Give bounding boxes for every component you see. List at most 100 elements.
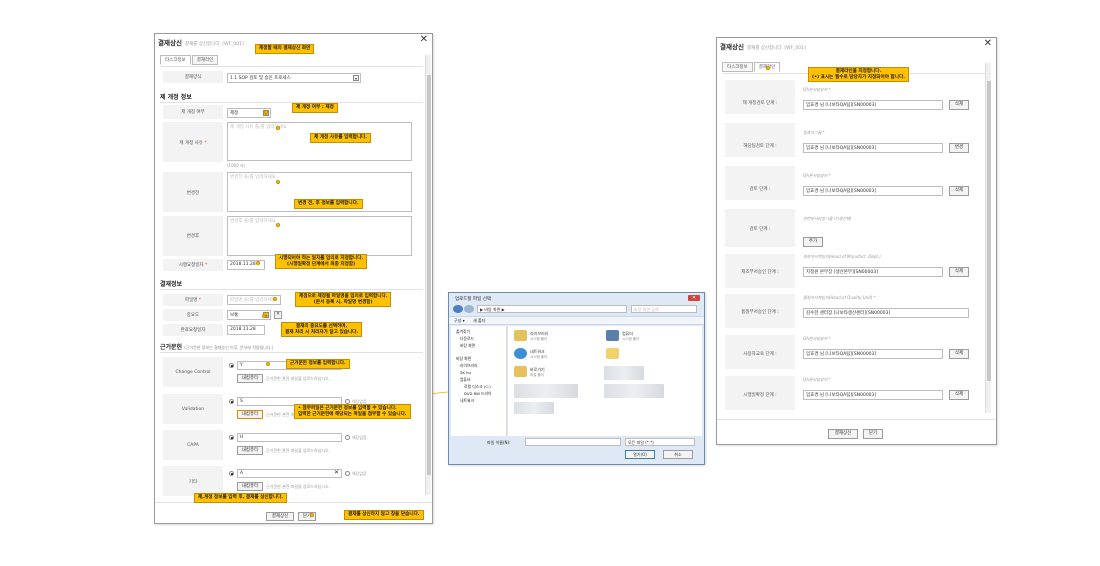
approval-line-dialog: 결재상신결재를 상신합니다. [WF_001] ✕ 타스크정보 결재라인 제 개… xyxy=(716,37,997,445)
callout-file-name: 제정으로 제정될 파일명을 임의로 입력합니다. (문서 등록 시, 파일명 변경… xyxy=(295,292,392,307)
back-icon[interactable] xyxy=(453,305,463,313)
file-name-label: 파일명 * xyxy=(184,298,202,303)
basis-radio[interactable] xyxy=(229,435,234,440)
section-approval-title: 결재정보 xyxy=(160,281,183,288)
assignee-field[interactable]: 임효경 님 [나보타QA팀][SN00003] xyxy=(803,349,943,359)
tree-item[interactable]: 로컬 디스크 (C:) xyxy=(464,384,491,390)
not-applicable-radio[interactable] xyxy=(345,435,350,440)
tree-item[interactable]: 바탕 화면 xyxy=(460,343,475,349)
stage-label: 사용자교육 단계 : xyxy=(743,352,777,357)
marker-dot xyxy=(256,261,260,265)
assignee-field[interactable]: 임효경 님 [나보타QA팀][SN00003] xyxy=(803,390,943,400)
approval-type-select[interactable]: 1.1 SOP 검토 및 승인 프로세스 ▾ xyxy=(227,73,361,83)
clear-icon[interactable]: ✕ xyxy=(274,311,282,319)
organize-menu[interactable]: 구성 ▾ xyxy=(454,318,465,324)
delete-button[interactable]: 삭제 xyxy=(949,390,969,400)
new-folder-button[interactable]: 새 폴더 xyxy=(473,318,485,324)
file-item-type: 시스템 폴더 xyxy=(622,337,640,341)
assignee-field[interactable]: 김수한 센터장 [나보타생산센터][SN00003] xyxy=(803,308,969,318)
basis-radio[interactable] xyxy=(229,471,234,476)
marker-dot xyxy=(276,126,280,130)
scrollbar[interactable] xyxy=(985,63,991,413)
file-item-type: 파일 폴더 xyxy=(530,373,544,377)
delete-button[interactable]: 삭제 xyxy=(949,349,969,359)
not-applicable-radio[interactable] xyxy=(345,471,350,476)
marker-dot xyxy=(264,110,268,114)
search-box[interactable]: 바탕 화면 검색 xyxy=(631,305,697,313)
tree-item[interactable]: SK hu xyxy=(460,370,471,375)
tree-item[interactable]: 즐겨찾기 xyxy=(456,329,470,335)
dialog-subtitle: 결재를 상신합니다. [WF_001] xyxy=(184,42,244,47)
file-name-field-label: 파일 이름(N): xyxy=(487,440,511,445)
blurred-file xyxy=(604,366,644,380)
dialog-title: 결재상신 결재를 상신합니다. [WF_001] xyxy=(720,43,806,51)
after-label: 변경후 xyxy=(186,234,200,239)
basis-radio[interactable] xyxy=(229,399,234,404)
attach-button[interactable]: 내컴퓨터 xyxy=(237,446,263,455)
basis-label-capa: CAPA xyxy=(187,443,199,448)
close-button[interactable]: 닫기 xyxy=(863,429,883,439)
callout-basis-input: 근거문헌 정보를 입력합니다. xyxy=(286,359,350,369)
forward-icon[interactable] xyxy=(464,305,474,313)
marker-dot xyxy=(766,66,770,70)
tree-item[interactable]: 바탕 화면 xyxy=(456,356,471,362)
scrollbar[interactable] xyxy=(425,55,431,495)
basis-label-etc: 기타 xyxy=(188,480,198,485)
blurred-file xyxy=(514,402,554,414)
tab-task-info[interactable]: 타스크정보 xyxy=(160,55,191,65)
assignee-field[interactable]: 임효경 님 [나보타QA팀][SN00003] xyxy=(803,186,943,196)
attach-button[interactable]: 내컴퓨터 xyxy=(237,374,263,383)
close-icon[interactable]: ✕ xyxy=(420,35,428,45)
revision-reason-label: 제 개정 사유 * xyxy=(179,141,207,146)
tab-task-info[interactable]: 타스크정보 xyxy=(722,62,753,72)
approval-type-label: 결재양식 xyxy=(184,75,202,80)
marker-dot xyxy=(262,314,266,318)
delete-button[interactable]: 삭제 xyxy=(949,267,969,277)
basis-radio[interactable] xyxy=(229,363,234,368)
attach-hint: 근거문헌 관련 파일을 업로드하십시오. xyxy=(266,376,330,381)
assignee-field[interactable]: 지정원 본부장 [생산본부][SN00003] xyxy=(803,267,943,277)
tab-approval-line[interactable]: 결재라인 xyxy=(191,55,219,65)
add-button[interactable]: 추가 xyxy=(803,237,823,247)
tree-item[interactable]: DVD RW 드라이 xyxy=(464,391,492,397)
blurred-file xyxy=(604,384,664,398)
stage-role: 제조부서책임자(Head of Manufact. Dept.) xyxy=(803,254,881,259)
file-dialog-title: 업로드할 파일 선택 xyxy=(455,297,491,302)
open-button[interactable]: 열기(O) xyxy=(625,450,655,459)
assignee-field[interactable]: 임효경 님 [나보타QA팀][SN00003] xyxy=(803,100,943,110)
stage-role: QA문서담당자 * xyxy=(803,87,831,92)
attach-button[interactable]: 내컴퓨터 xyxy=(237,482,263,491)
tree-item[interactable]: 다운로드 xyxy=(460,336,474,342)
assignee-field[interactable]: 임효경 님 [나보타QA팀][SN00003] xyxy=(803,143,943,153)
path-bar[interactable]: ▶ 바탕 화면 ▶ xyxy=(477,305,627,313)
tree-item[interactable]: 컴퓨터 xyxy=(460,377,470,383)
stage-role: QA문서담당자 * xyxy=(803,173,831,178)
tree-item[interactable]: 네트워크 xyxy=(460,398,474,404)
tree-item[interactable]: 라이브러리 xyxy=(460,363,477,369)
submit-approval-button[interactable]: 결재상신 xyxy=(828,429,858,439)
submit-approval-button[interactable]: 결재상신 xyxy=(266,512,294,521)
clear-icon[interactable]: ✕ xyxy=(334,469,339,476)
attach-button[interactable]: 내컴퓨터 xyxy=(237,410,263,419)
callout-attachment: • 첨부파일은 근거문헌 정보를 입력할 수 있습니다. 입력한 근거문헌에 해… xyxy=(294,404,411,419)
close-icon[interactable]: ✕ xyxy=(984,39,992,49)
basis-label-change-control: Change Control xyxy=(175,370,211,375)
stage-label: 제 개정검토 단계 : xyxy=(742,101,778,106)
after-textarea[interactable]: 변경후 을/를 입력하세요 xyxy=(227,216,412,256)
basis-input[interactable]: H xyxy=(237,433,342,442)
due-date-input[interactable]: 2018.11.28 xyxy=(227,325,265,335)
not-applicable-label: 해당없음 xyxy=(352,435,367,440)
basis-input[interactable]: A ✕ xyxy=(237,469,342,478)
cancel-button[interactable]: 취소 xyxy=(663,450,693,459)
file-name-combo[interactable] xyxy=(525,438,621,446)
stage-role: QA문서담당자 * xyxy=(803,377,831,382)
file-type-select[interactable]: 모든 파일 (*.*) xyxy=(625,438,695,446)
delete-button[interactable]: 삭제 xyxy=(949,186,969,196)
change-button[interactable]: 변경 xyxy=(949,143,969,153)
not-applicable-label: 해당없음 xyxy=(352,471,367,476)
callout-submit-after-input: 제,개정 정보를 입력 후, 결재를 상신합니다. xyxy=(194,493,288,503)
effective-date-label: 시행요청일자 * xyxy=(178,263,208,268)
marker-dot xyxy=(266,362,270,366)
close-icon[interactable]: ✕ xyxy=(688,295,700,301)
delete-button[interactable]: 삭제 xyxy=(949,100,969,110)
